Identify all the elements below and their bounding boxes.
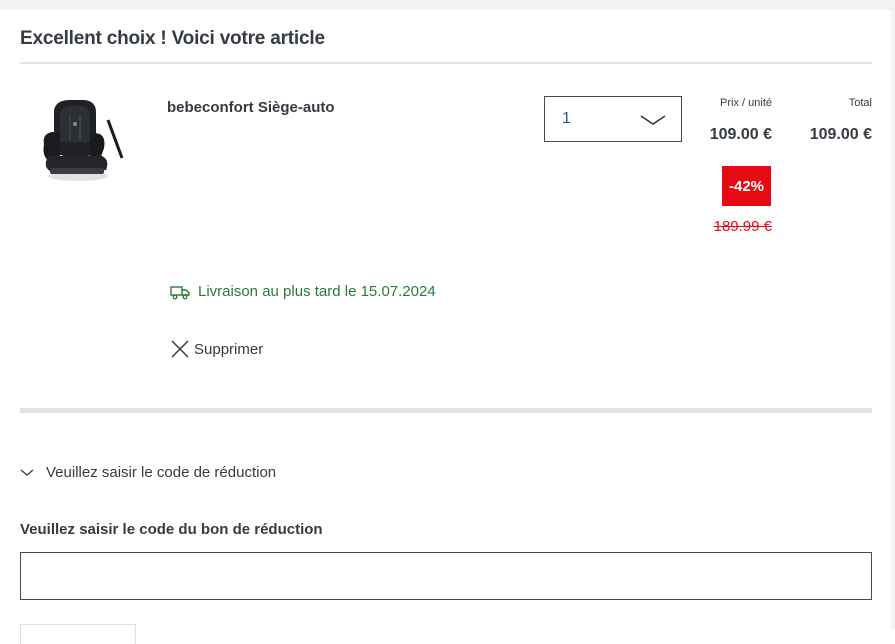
- cart-heading: Excellent choix ! Voici votre article: [20, 28, 325, 49]
- total-label: Total: [848, 97, 872, 109]
- quantity-select[interactable]: 1: [544, 96, 682, 142]
- old-price: 189.99 €: [713, 218, 772, 235]
- total-price: 109.00 €: [809, 126, 872, 143]
- quantity-value: 1: [562, 110, 571, 127]
- car-seat-image[interactable]: [30, 94, 130, 186]
- delivery-text: Livraison au plus tard le 15.07.2024: [198, 283, 436, 300]
- remove-label: Supprimer: [194, 340, 264, 358]
- remove-button[interactable]: Supprimer: [170, 339, 263, 359]
- delivery-info: Livraison au plus tard le 15.07.2024: [170, 283, 436, 300]
- page-background-top: [0, 0, 895, 10]
- close-icon: [171, 340, 189, 358]
- truck-icon: [170, 285, 190, 299]
- unit-price: 109.00 €: [709, 126, 772, 143]
- page-background-right: [891, 0, 895, 629]
- chevron-down-icon: [640, 115, 666, 125]
- coupon-code-input[interactable]: [20, 552, 872, 600]
- section-divider: [20, 408, 872, 413]
- apply-coupon-button[interactable]: [20, 624, 136, 644]
- unit-price-label: Prix / unité: [720, 97, 772, 109]
- coupon-field-label: Veuillez saisir le code du bon de réduct…: [20, 521, 323, 538]
- chevron-down-icon: [20, 469, 34, 476]
- heading-divider: [20, 62, 872, 64]
- coupon-toggle-label: Veuillez saisir le code de réduction: [46, 464, 277, 481]
- product-name[interactable]: bebeconfort Siège-auto: [167, 99, 335, 116]
- discount-badge: -42%: [722, 166, 771, 206]
- coupon-toggle[interactable]: Veuillez saisir le code de réduction: [20, 464, 276, 481]
